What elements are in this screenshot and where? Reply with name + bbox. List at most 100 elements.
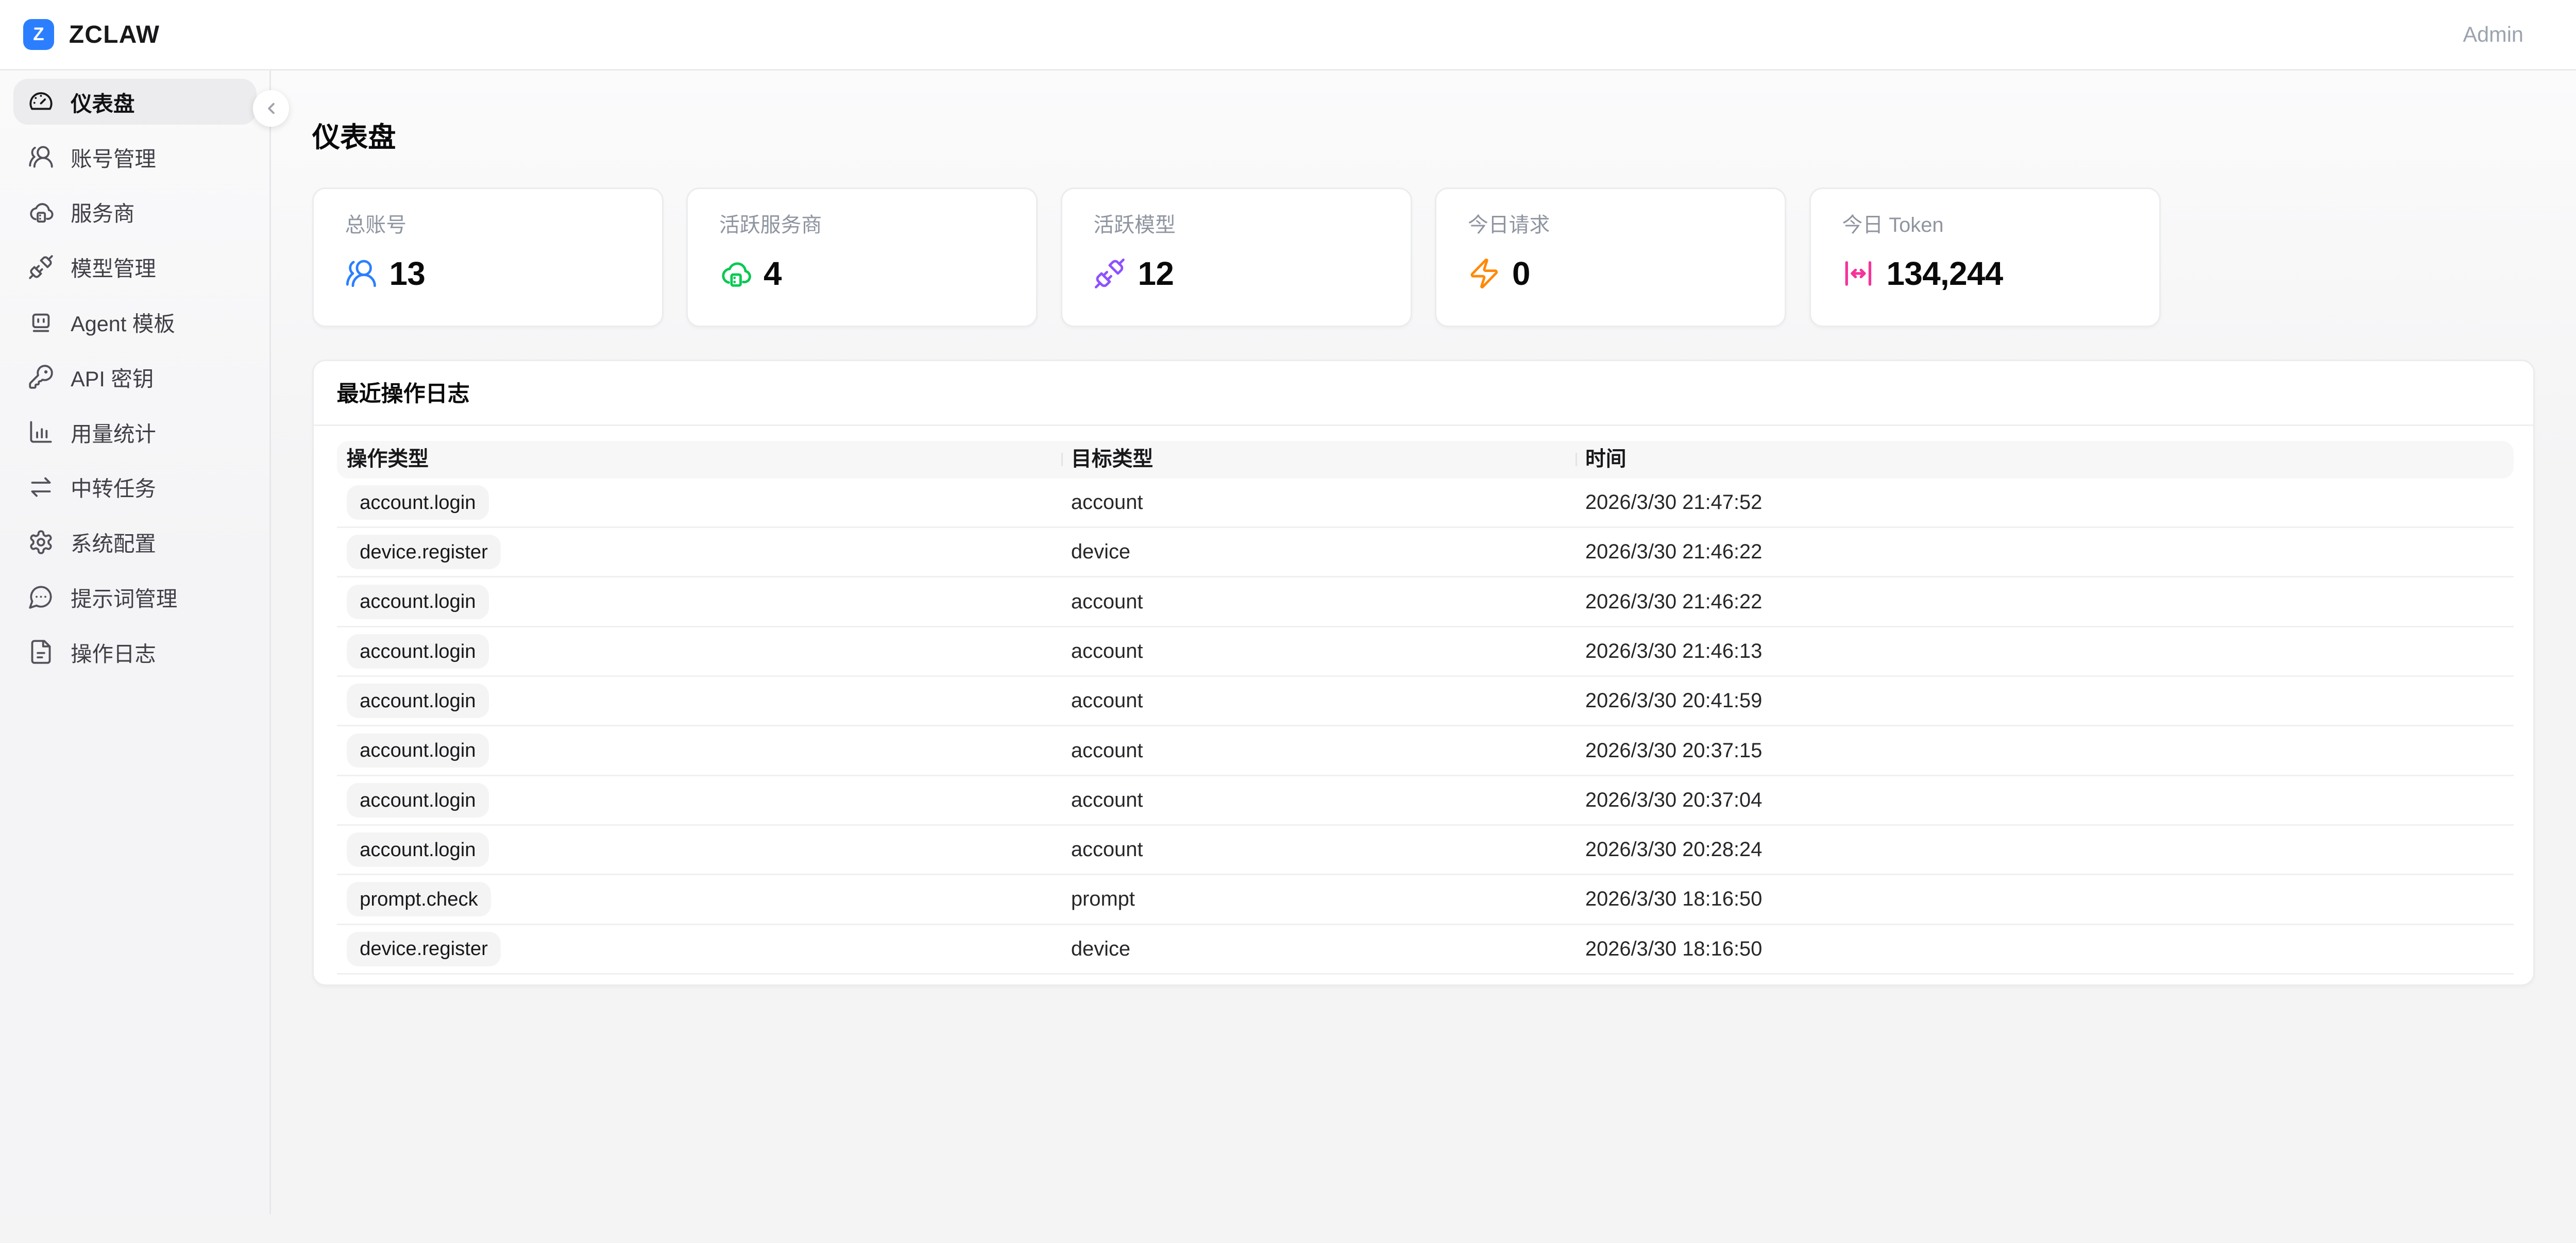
time-cell: 2026/3/30 21:46:22 [1575, 540, 2514, 564]
target-cell: account [1061, 838, 1575, 861]
zap-icon [1468, 257, 1501, 290]
recent-logs-table: 操作类型 目标类型 时间 account.login account 2026/… [314, 426, 2533, 984]
column-header-target-type: 目标类型 [1061, 447, 1575, 472]
table-row: account.login account 2026/3/30 20:37:15 [337, 726, 2514, 776]
time-cell: 2026/3/30 21:46:22 [1575, 590, 2514, 614]
stat-card-today-requests: 今日请求 0 [1435, 188, 1786, 327]
sidebar-nav: 仪表盘 账号管理 服务商 模型管理 Agent 模板 API 密钥 [0, 71, 271, 1214]
action-badge: prompt.check [347, 882, 492, 916]
target-cell: account [1061, 789, 1575, 812]
action-badge: account.login [347, 734, 489, 768]
stat-value: 4 [764, 254, 782, 293]
cloud-server-icon [719, 257, 752, 290]
stat-value: 12 [1138, 254, 1174, 293]
token-width-icon [1842, 257, 1875, 290]
sidebar-item-prompt-management[interactable]: 提示词管理 [13, 574, 257, 620]
stat-label: 活跃服务商 [719, 213, 1005, 238]
sidebar-item-system-config[interactable]: 系统配置 [13, 519, 257, 565]
sidebar-item-label: 中转任务 [71, 471, 156, 502]
column-header-action-type: 操作类型 [337, 447, 1061, 472]
target-cell: account [1061, 590, 1575, 614]
target-cell: device [1061, 540, 1575, 564]
sidebar-item-label: 服务商 [71, 196, 134, 227]
table-row: prompt.check prompt 2026/3/30 18:16:50 [337, 875, 2514, 925]
sidebar-item-label: 用量统计 [71, 417, 156, 448]
target-cell: account [1061, 689, 1575, 712]
unplug-icon [28, 254, 54, 280]
gear-icon [28, 529, 54, 555]
action-badge: account.login [347, 783, 489, 818]
time-cell: 2026/3/30 20:37:04 [1575, 789, 2514, 812]
sidebar-item-label: 模型管理 [71, 251, 156, 282]
table-row: account.login account 2026/3/30 21:46:13 [337, 627, 2514, 677]
time-cell: 2026/3/30 21:47:52 [1575, 491, 2514, 514]
action-badge: device.register [347, 932, 501, 966]
stat-label: 今日请求 [1468, 213, 1754, 238]
column-header-time: 时间 [1575, 447, 2514, 472]
stat-value: 13 [389, 254, 426, 293]
sidebar-item-label: 账号管理 [71, 142, 156, 173]
gauge-icon [28, 89, 54, 115]
table-header-row: 操作类型 目标类型 时间 [337, 441, 2514, 479]
file-text-icon [28, 639, 54, 665]
sidebar-item-agent-templates[interactable]: Agent 模板 [13, 299, 257, 345]
target-cell: account [1061, 640, 1575, 663]
main-content: 仪表盘 总账号 13 活跃服务商 4 活跃模型 [271, 71, 2576, 1214]
sidebar-item-usage-stats[interactable]: 用量统计 [13, 409, 257, 455]
table-row: account.login account 2026/3/30 21:47:52 [337, 479, 2514, 528]
sidebar-item-operation-logs[interactable]: 操作日志 [13, 629, 257, 675]
app-title: ZCLAW [69, 21, 160, 49]
key-icon [28, 364, 54, 390]
stat-card-today-tokens: 今日 Token 134,244 [1809, 188, 2161, 327]
table-row: account.login account 2026/3/30 20:37:04 [337, 776, 2514, 826]
target-cell: account [1061, 739, 1575, 762]
sidebar-item-accounts[interactable]: 账号管理 [13, 134, 257, 180]
stat-card-active-models: 活跃模型 12 [1061, 188, 1412, 327]
time-cell: 2026/3/30 20:41:59 [1575, 689, 2514, 712]
time-cell: 2026/3/30 20:28:24 [1575, 838, 2514, 861]
sidebar-item-label: 仪表盘 [71, 87, 134, 117]
bar-chart-icon [28, 419, 54, 445]
stat-value: 134,244 [1887, 254, 2003, 293]
sidebar-item-api-keys[interactable]: API 密钥 [13, 354, 257, 400]
recent-logs-title: 最近操作日志 [314, 361, 2533, 426]
stat-label: 今日 Token [1842, 213, 2128, 238]
stat-card-active-providers: 活跃服务商 4 [686, 188, 1038, 327]
action-badge: account.login [347, 585, 489, 619]
bot-icon [28, 309, 54, 335]
sidebar-item-providers[interactable]: 服务商 [13, 189, 257, 235]
users-icon [345, 257, 378, 290]
table-row: account.login account 2026/3/30 20:28:24 [337, 826, 2514, 875]
recent-logs-card: 最近操作日志 操作类型 目标类型 时间 account.login accoun… [312, 360, 2535, 986]
stat-card-total-accounts: 总账号 13 [312, 188, 664, 327]
sidebar-item-relay-tasks[interactable]: 中转任务 [13, 464, 257, 510]
sidebar-item-models[interactable]: 模型管理 [13, 244, 257, 290]
unplug-icon [1093, 257, 1126, 290]
sidebar-item-label: 提示词管理 [71, 582, 177, 612]
content-shell: 仪表盘 账号管理 服务商 模型管理 Agent 模板 API 密钥 [0, 71, 2576, 1214]
stat-label: 总账号 [345, 213, 631, 238]
target-cell: account [1061, 491, 1575, 514]
chevron-left-icon [262, 99, 280, 117]
sidebar-item-label: API 密钥 [71, 362, 154, 393]
user-menu[interactable]: Admin [2463, 22, 2523, 47]
sidebar-item-label: Agent 模板 [71, 307, 175, 337]
app-window: Z ZCLAW Admin 仪表盘 账号管理 服务商 模型管理 [0, 0, 2576, 1214]
page-title: 仪表盘 [312, 122, 2535, 155]
table-row: device.register device 2026/3/30 21:46:2… [337, 528, 2514, 577]
table-row: device.register device 2026/3/30 18:16:5… [337, 925, 2514, 975]
target-cell: device [1061, 938, 1575, 961]
message-dots-icon [28, 584, 54, 610]
time-cell: 2026/3/30 18:16:50 [1575, 888, 2514, 911]
stat-value: 0 [1512, 254, 1530, 293]
sidebar-item-label: 操作日志 [71, 637, 156, 668]
stat-label: 活跃模型 [1093, 213, 1379, 238]
sidebar-collapse-button[interactable] [253, 90, 289, 126]
app-logo: Z [23, 19, 55, 50]
action-badge: account.login [347, 684, 489, 718]
sidebar-item-dashboard[interactable]: 仪表盘 [13, 79, 257, 125]
table-row: account.login account 2026/3/30 21:46:22 [337, 577, 2514, 627]
action-badge: account.login [347, 485, 489, 520]
sidebar-item-label: 系统配置 [71, 526, 156, 557]
action-badge: account.login [347, 634, 489, 669]
